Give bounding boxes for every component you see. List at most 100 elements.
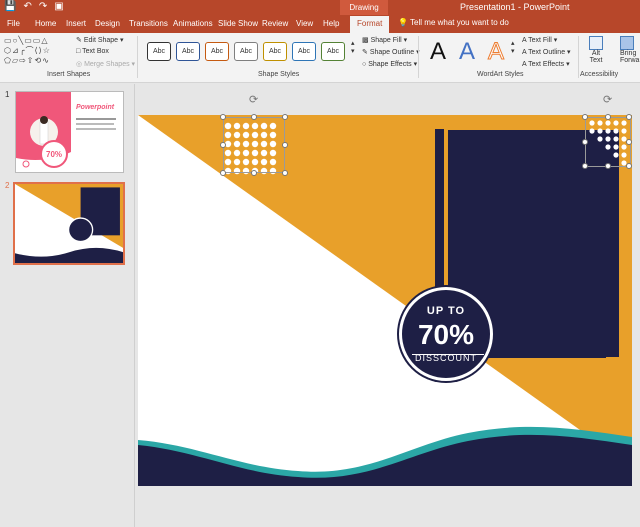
shape-effects-button[interactable]: ○ Shape Effects ▾ [362,60,417,68]
accessibility-group-label: Accessibility [580,71,619,78]
resize-handle[interactable] [582,163,588,169]
wordart-styles-group-label: WordArt Styles [477,71,524,78]
slide-number-2: 2 [5,181,10,190]
present-icon[interactable]: ▣ [54,1,63,12]
lightbulb-icon: 💡 [398,18,408,27]
shape-fill-button[interactable]: ▩ Shape Fill ▾ [362,36,407,44]
bring-forward-icon [620,36,634,50]
edit-shape-button[interactable]: ✎ Edit Shape ▾ [76,36,124,44]
text-effects-button[interactable]: A Text Effects ▾ [522,60,570,68]
resize-handle[interactable] [282,170,288,176]
selection-box-left [223,117,285,173]
slide-main[interactable]: UP TO 70% DISSCOUNT [138,115,632,486]
bring-forward-label-2: Forward [620,57,640,64]
title-bar: 💾 ↶ ↷ ▣ Drawing Tools Presentation1 - Po… [0,0,640,27]
tab-transitions[interactable]: Transitions [129,19,168,28]
resize-handle[interactable] [220,114,226,120]
tab-slide-show[interactable]: Slide Show [218,19,258,28]
text-effects-label: Text Effects [528,61,565,68]
resize-handle[interactable] [251,114,257,120]
slide-thumbnail-2[interactable] [13,182,125,265]
edit-shape-label: Edit Shape [83,37,119,44]
wordart-more-icon[interactable]: ▴ ▾ [511,39,515,55]
rotate-handle-icon-right[interactable]: ⟳ [603,93,612,106]
shape-styles-group-label: Shape Styles [258,71,300,78]
shape-style-preset-5[interactable]: Abc [263,42,287,61]
resize-handle[interactable] [282,142,288,148]
resize-handle[interactable] [626,163,632,169]
edit-shape-icon: ✎ [76,37,82,44]
tab-animations[interactable]: Animations [173,19,213,28]
insert-shapes-group-label: Insert Shapes [47,71,91,78]
tab-view[interactable]: View [296,19,313,28]
shape-outline-button[interactable]: ✎ Shape Outline ▾ [362,48,420,56]
bring-forward-label-1: Bring [620,50,637,57]
wordart-style-3[interactable]: A [487,38,504,66]
shape-style-preset-4[interactable]: Abc [234,42,258,61]
tab-format[interactable]: Format [350,16,390,33]
ribbon-separator [578,36,579,78]
tab-design[interactable]: Design [95,19,120,28]
resize-handle[interactable] [605,114,611,120]
tab-insert[interactable]: Insert [66,19,86,28]
tell-me-search[interactable]: 💡 Tell me what you want to do [398,18,509,27]
redo-icon[interactable]: ↷ [39,1,47,12]
text-box-label: Text Box [82,48,109,55]
text-box-icon: □ [76,48,81,55]
shape-outline-label: Shape Outline [369,49,415,56]
text-outline-button[interactable]: A Text Outline ▾ [522,48,571,56]
wordart-style-2[interactable]: A [459,38,475,66]
shape-fill-label: Shape Fill [370,37,402,44]
paint-bucket-icon: ▩ [362,37,369,44]
shape-style-preset-7[interactable]: Abc [321,42,345,61]
slide-artwork [138,115,632,486]
shape-style-preset-1[interactable]: Abc [147,42,171,61]
resize-handle[interactable] [605,163,611,169]
resize-handle[interactable] [220,142,226,148]
tab-home[interactable]: Home [35,19,56,28]
tell-me-text: Tell me what you want to do [410,18,509,27]
resize-handle[interactable] [220,170,226,176]
merge-shapes-button: ◎ Merge Shapes ▾ [76,61,136,68]
thumb-1-title-1: Doesin Poster [74,96,115,102]
text-fill-button[interactable]: A Text Fill ▾ [522,36,557,44]
resize-handle[interactable] [626,139,632,145]
effects-icon: ○ [362,61,367,68]
text-box-button[interactable]: □ Text Box [76,48,109,55]
gallery-more-icon[interactable]: ▴ ▾ [351,39,355,55]
alt-text-icon [589,36,603,50]
text-effects-icon: A [522,61,527,68]
shape-style-preset-2[interactable]: Abc [176,42,200,61]
shapes-gallery[interactable]: ▭○╲▭▭△ ⬡⊿╭⌒⟨⟩☆ ⬠▱⇨⇧⟲∿ [4,36,70,70]
discount-badge: UP TO 70% DISSCOUNT [399,287,493,381]
shape-style-preset-3[interactable]: Abc [205,42,229,61]
save-icon[interactable]: 💾 [4,1,16,12]
undo-icon[interactable]: ↶ [23,1,31,12]
tab-review[interactable]: Review [262,19,288,28]
shape-effects-label: Shape Effects [368,61,412,68]
slide-2-preview [15,184,123,263]
quick-access-toolbar: 💾 ↶ ↷ ▣ [4,1,64,12]
resize-handle[interactable] [582,114,588,120]
merge-shapes-label: Merge Shapes [84,61,130,68]
thumb-1-badge: 70% [46,150,63,159]
slide-thumbnail-1[interactable]: Doesin Poster Powerpoint 70% [15,91,124,173]
text-outline-label: Text Outline [528,49,566,56]
resize-handle[interactable] [626,114,632,120]
resize-handle[interactable] [582,139,588,145]
shape-style-preset-6[interactable]: Abc [292,42,316,61]
bring-forward-button[interactable]: Bring Forward [620,36,640,64]
window-title: Presentation1 - PowerPoint [460,2,570,12]
selection-box-right [585,117,631,167]
alt-text-button[interactable]: Alt Text [587,36,605,64]
badge-percent: 70% [417,319,475,350]
rotate-handle-icon[interactable]: ⟳ [249,93,258,106]
resize-handle[interactable] [282,114,288,120]
alt-text-label-2: Text [589,57,603,64]
resize-handle[interactable] [251,170,257,176]
text-fill-icon: A [522,37,527,44]
wordart-style-1[interactable]: A [430,38,446,66]
tab-help[interactable]: Help [323,19,339,28]
tab-file[interactable]: File [7,19,20,28]
text-outline-icon: A [522,49,527,56]
